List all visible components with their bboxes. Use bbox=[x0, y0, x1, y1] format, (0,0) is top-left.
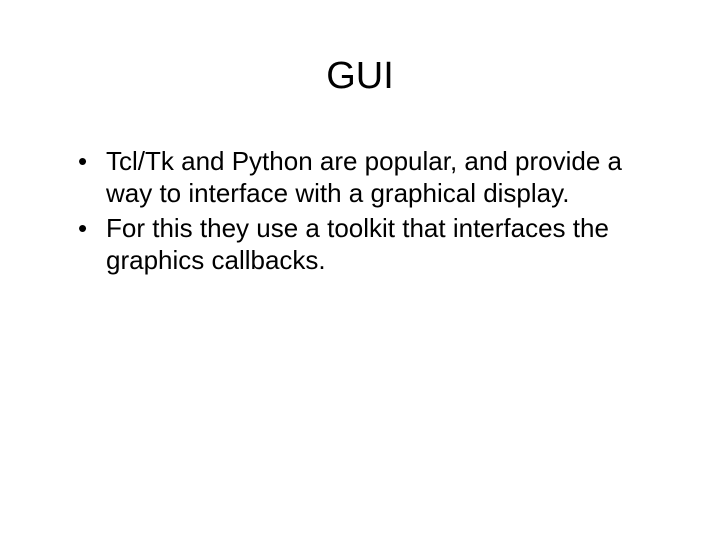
slide: GUI Tcl/Tk and Python are popular, and p… bbox=[0, 0, 720, 540]
slide-title: GUI bbox=[60, 55, 660, 98]
bullet-item: For this they use a toolkit that interfa… bbox=[78, 213, 660, 276]
bullet-item: Tcl/Tk and Python are popular, and provi… bbox=[78, 146, 660, 209]
bullet-list: Tcl/Tk and Python are popular, and provi… bbox=[60, 146, 660, 277]
